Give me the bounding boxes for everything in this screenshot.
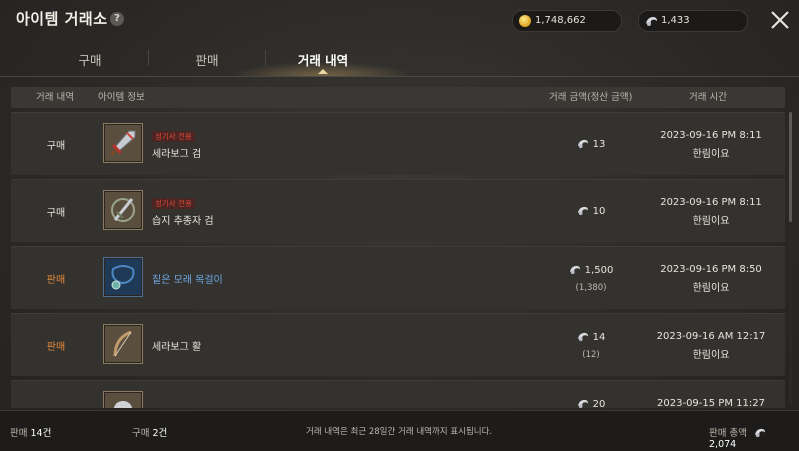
trade-time: 2023-09-16 PM 8:11 <box>660 130 762 141</box>
trade-price: 20 <box>531 398 651 408</box>
help-icon[interactable]: ? <box>110 12 124 26</box>
item-slot[interactable] <box>103 257 143 297</box>
table-row[interactable]: 20 2023-09-15 PM 11:27 <box>11 380 785 408</box>
trade-time: 2023-09-15 PM 11:27 <box>657 398 765 408</box>
item-slot[interactable] <box>103 123 143 163</box>
item-name: 짙은 모래 목걸이 <box>152 275 223 286</box>
sales-total-value: 2,074 <box>709 439 737 450</box>
item-name: 세라보그 검 <box>152 149 202 160</box>
trade-type: 구매 <box>46 141 66 152</box>
header: 아이템 거래소 ? 1,748,662 1,433 <box>0 0 799 40</box>
settlement-amount: (12) <box>582 350 600 360</box>
silver-icon <box>577 332 588 342</box>
class-restriction-badge: 성기사 전용 <box>152 198 195 209</box>
gold-amount: 1,748,662 <box>535 15 586 26</box>
trade-partner: 한림이요 <box>692 350 730 361</box>
class-restriction-badge: 성기사 전용 <box>152 131 195 142</box>
col-time: 거래 시간 <box>689 92 727 103</box>
table-row[interactable]: 구매 성기사 전용 습지 추종자 검 10 2023-09-16 PM 8:11… <box>11 179 785 242</box>
item-name: 세라보그 활 <box>152 342 202 353</box>
helmet-icon <box>113 401 133 408</box>
trade-price: 14 <box>531 331 651 343</box>
silver-icon <box>754 428 766 438</box>
trade-window: 아이템 거래소 ? 1,748,662 1,433 구매 판매 거래 내역 거래… <box>0 0 799 451</box>
sword-icon <box>109 130 136 157</box>
trade-type: 판매 <box>46 275 66 286</box>
sell-count-value: 14건 <box>30 428 52 439</box>
sales-total: 판매 총액 2,074 <box>709 425 799 450</box>
trade-price: 13 <box>531 138 651 150</box>
necklace-icon <box>111 265 135 290</box>
tab-bar: 구매 판매 거래 내역 <box>0 40 799 77</box>
price-value: 14 <box>592 332 606 343</box>
buy-count-value: 2건 <box>152 428 168 439</box>
bow-icon <box>113 330 132 357</box>
silver-icon <box>577 399 588 408</box>
col-item: 아이템 정보 <box>98 92 145 103</box>
item-slot[interactable] <box>103 190 143 230</box>
silver-icon <box>646 17 657 26</box>
tab-divider <box>148 50 149 66</box>
scrollbar-thumb[interactable] <box>789 112 792 222</box>
item-slot[interactable] <box>103 391 143 408</box>
history-list: 구매 성기사 전용 세라보그 검 13 2023-09-16 PM 8:11 한… <box>11 112 785 408</box>
tab-history[interactable]: 거래 내역 <box>273 50 373 69</box>
window-title: 아이템 거래소 <box>16 10 108 28</box>
sell-count-label: 판매 <box>10 428 28 439</box>
scrollbar[interactable] <box>789 112 792 404</box>
settlement-amount: (1,380) <box>575 283 607 293</box>
trade-partner: 한림이요 <box>692 149 730 160</box>
silver-amount: 1,433 <box>661 15 690 26</box>
price-value: 1,500 <box>584 265 614 276</box>
col-type: 거래 내역 <box>36 92 74 103</box>
silver-icon <box>577 139 588 149</box>
trade-type: 판매 <box>46 342 66 353</box>
table-row[interactable]: 판매 세라보그 활 14 (12) 2023-09-16 AM 12:17 한림… <box>11 313 785 376</box>
price-value: 20 <box>592 399 606 408</box>
trade-time: 2023-09-16 PM 8:11 <box>660 197 762 208</box>
gold-coin-icon <box>519 15 531 27</box>
tab-buy[interactable]: 구매 <box>40 50 140 69</box>
history-notice: 거래 내역은 최근 28일간 거래 내역까지 표시됩니다. <box>306 427 493 437</box>
active-tab-caret-icon <box>318 69 328 74</box>
close-icon[interactable] <box>768 8 792 32</box>
price-value: 13 <box>592 139 606 150</box>
table-header: 거래 내역 아이템 정보 거래 금액(정산 금액) 거래 시간 <box>11 87 785 108</box>
silver-icon <box>577 206 588 216</box>
sell-count: 판매 14건 <box>10 425 51 439</box>
buy-count-label: 구매 <box>132 428 150 439</box>
trade-partner: 한림이요 <box>692 216 730 227</box>
item-slot[interactable] <box>103 324 143 364</box>
trade-time: 2023-09-16 PM 8:50 <box>660 264 762 275</box>
trade-price: 10 <box>531 205 651 217</box>
col-price: 거래 금액(정산 금액) <box>549 92 633 103</box>
sales-total-label: 판매 총액 <box>709 428 747 439</box>
price-value: 10 <box>592 206 606 217</box>
table-row[interactable]: 판매 짙은 모래 목걸이 1,500 (1,380) 2023-09-16 PM… <box>11 246 785 309</box>
buy-count: 구매 2건 <box>132 425 167 439</box>
silver-icon <box>569 265 580 275</box>
gold-balance: 1,748,662 <box>512 10 622 32</box>
trade-partner: 한림이요 <box>692 283 730 294</box>
trade-time: 2023-09-16 AM 12:17 <box>656 331 766 342</box>
trade-price: 1,500 <box>531 264 651 276</box>
table-row[interactable]: 구매 성기사 전용 세라보그 검 13 2023-09-16 PM 8:11 한… <box>11 112 785 175</box>
trade-type: 구매 <box>46 208 66 219</box>
footer: 판매 14건 구매 2건 거래 내역은 최근 28일간 거래 내역까지 표시됩니… <box>0 410 799 451</box>
silver-balance: 1,433 <box>638 10 748 32</box>
sword-icon <box>111 198 135 222</box>
item-name: 습지 추종자 검 <box>152 216 214 227</box>
